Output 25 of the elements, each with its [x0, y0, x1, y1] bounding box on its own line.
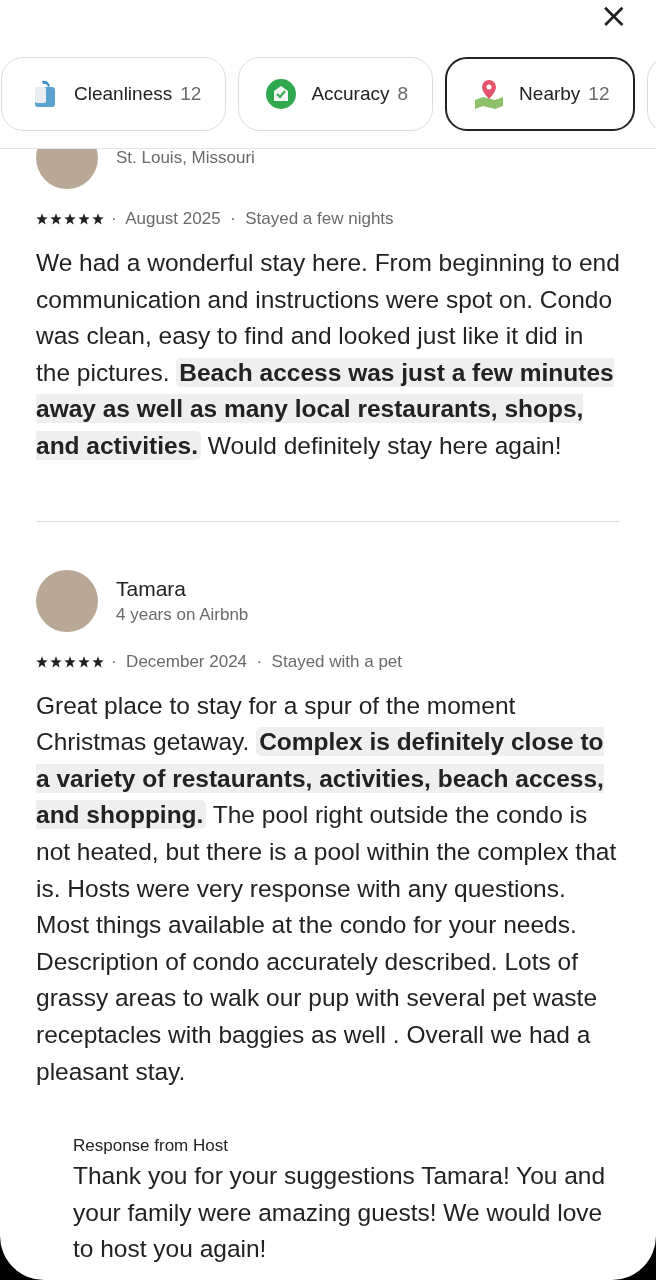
star-icon: [64, 213, 76, 225]
response-text: Thank you for your suggestions Tamara! You and your family were amazing guests! We would love to host you again!: [73, 1161, 607, 1265]
review-meta: · December 2024 · Stayed with a pet: [111, 651, 403, 672]
review-meta: · August 2025 · Stayed a few nights: [111, 209, 394, 229]
reviewer-subtitle: St. Louis, Missouri: [116, 149, 255, 168]
review-text: Great place to stay for a spur of the moment Christmas getaway. Complex is definitely close to a variety of restaurants, activities, beach access, and shopping. The pool right outside the condo is not heated, but there is a pool within the complex that is. Hosts were very response with any questions. Most things available at the condo for your needs. Description of condo accurately described. Lots of grassy areas to walk our pup with several pet waste receptacles with baggies as well . Overall we had a pleasant stay.: [36, 690, 618, 1087]
close-button[interactable]: ×: [595, 0, 632, 30]
filter-chip[interactable]: Cleanliness 12: [1, 57, 227, 131]
check-badge-icon: [265, 78, 298, 110]
reviewer-subtitle: 4 years on Airbnb: [116, 604, 249, 625]
star-icon: [92, 655, 104, 668]
star-icon: [36, 655, 48, 668]
filter-chip[interactable]: Nearby 12: [445, 57, 636, 131]
reviewer-name: Tamara: [116, 576, 188, 601]
filter-chip[interactable]: Accuracy 8: [238, 57, 434, 131]
star-icon: [78, 655, 90, 668]
star-icon: [50, 213, 62, 225]
map-pin-icon: [473, 78, 506, 110]
star-icon: [36, 213, 48, 225]
star-icon: [78, 213, 90, 225]
star-icon: [50, 655, 62, 668]
star-icon: [92, 213, 104, 225]
review-text: We had a wonderful stay here. From beginning to end communication and instructions were spot on. Condo was clean, easy to find and looked just like it did in the pictures. Beach access was just a few minutes away as well as many local restaurants, shops, and activities. Would definitely stay here again!: [36, 248, 620, 462]
star-icon: [64, 655, 76, 668]
response-label: Response from Host: [73, 1136, 228, 1156]
